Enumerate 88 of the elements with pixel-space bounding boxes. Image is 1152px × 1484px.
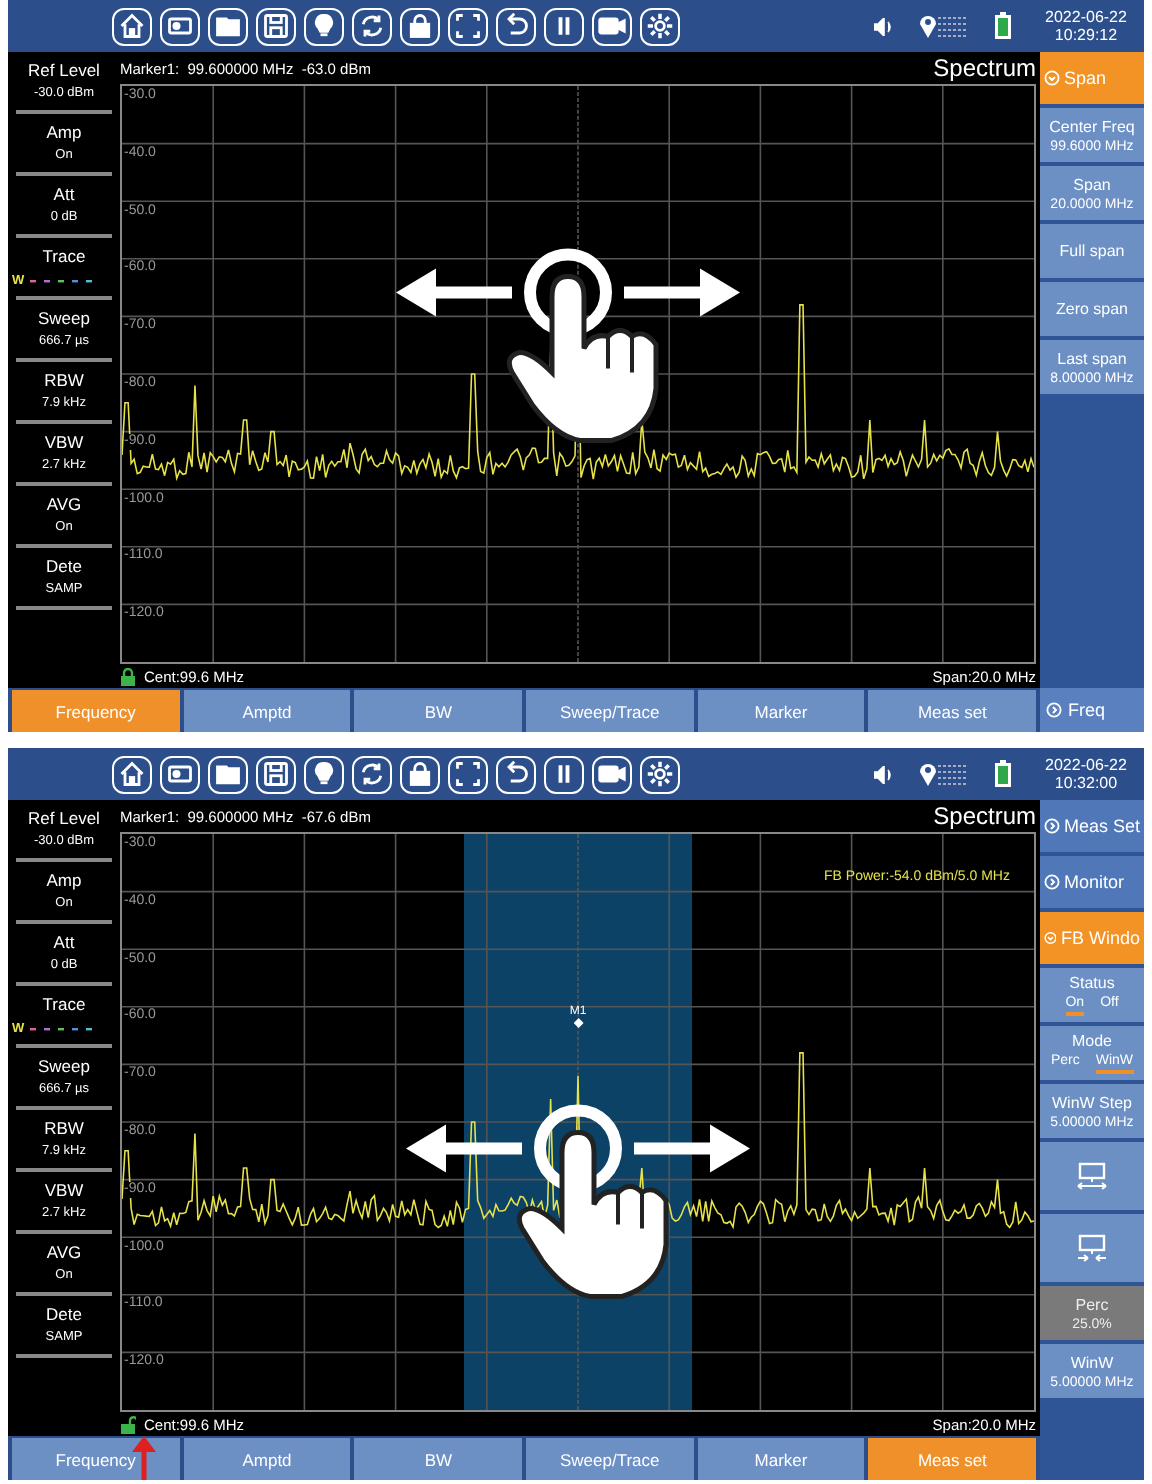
card-icon[interactable] bbox=[160, 755, 200, 793]
menu-tab[interactable]: BW bbox=[354, 690, 523, 732]
menu-tab[interactable]: Marker bbox=[697, 1438, 865, 1480]
narrow-window-button[interactable] bbox=[1040, 1214, 1144, 1282]
parameter-label[interactable]: Ref Level bbox=[28, 58, 100, 82]
folder-icon[interactable] bbox=[208, 755, 248, 793]
camera-icon[interactable] bbox=[592, 7, 632, 45]
parameter-label[interactable]: Sweep bbox=[38, 1054, 90, 1078]
circle-arrow-icon bbox=[1044, 930, 1057, 946]
time-label: 10:29:12 bbox=[1054, 26, 1118, 44]
menu-tab[interactable]: Meas set bbox=[868, 1438, 1037, 1480]
unlock-icon[interactable] bbox=[120, 1415, 136, 1433]
menu-tab[interactable]: Meas set bbox=[868, 690, 1037, 732]
parameter-label[interactable]: Att bbox=[53, 930, 75, 954]
menu-tab[interactable]: Marker bbox=[697, 690, 865, 732]
parameter-label[interactable]: Amp bbox=[46, 120, 82, 144]
menu-back-button[interactable]: Freq bbox=[1040, 688, 1144, 732]
parameter-label[interactable]: VBW bbox=[44, 1178, 84, 1202]
pause-icon[interactable] bbox=[544, 7, 584, 45]
mode-title: Spectrum bbox=[933, 54, 1036, 82]
lock-icon[interactable] bbox=[120, 667, 136, 685]
circle-arrow-icon bbox=[1046, 702, 1062, 718]
date-label: 2022-06-22 bbox=[1045, 8, 1127, 26]
card-icon[interactable] bbox=[160, 7, 200, 45]
parameter-label[interactable]: Dete bbox=[46, 554, 82, 578]
parameter-label[interactable]: Att bbox=[53, 182, 75, 206]
parameter-label[interactable]: VBW bbox=[44, 430, 84, 454]
parameter-label[interactable]: RBW bbox=[44, 368, 84, 392]
parameter-label[interactable]: Dete bbox=[46, 1302, 82, 1326]
menu-tab[interactable]: Sweep/Trace bbox=[526, 1438, 694, 1480]
speaker-icon[interactable] bbox=[874, 765, 894, 783]
marker-diamond-icon bbox=[573, 1018, 583, 1029]
fullscreen-icon[interactable] bbox=[448, 7, 488, 45]
menu-tab[interactable]: Amptd bbox=[183, 1438, 351, 1480]
lock-icon[interactable] bbox=[400, 755, 440, 793]
menu-header[interactable]: Monitor bbox=[1040, 856, 1144, 908]
toggle-label: Status bbox=[1069, 974, 1115, 992]
menu-tab[interactable]: Frequency bbox=[12, 690, 180, 732]
bulb-icon[interactable] bbox=[304, 755, 344, 793]
widen-window-button[interactable] bbox=[1040, 1142, 1144, 1210]
circle-arrow-icon bbox=[1044, 818, 1060, 834]
menu-header[interactable]: FB Windo bbox=[1040, 912, 1144, 964]
menu-tab[interactable]: Amptd bbox=[183, 690, 351, 732]
menu-tab[interactable]: BW bbox=[354, 1438, 523, 1480]
lock-icon[interactable] bbox=[400, 7, 440, 45]
undo-icon[interactable] bbox=[496, 755, 536, 793]
toggle-label: Mode bbox=[1071, 1032, 1112, 1050]
menu-header[interactable]: Span bbox=[1040, 52, 1144, 104]
pause-icon[interactable] bbox=[544, 755, 584, 793]
widen-window-icon bbox=[1076, 1162, 1108, 1190]
location-pin-icon[interactable] bbox=[918, 12, 970, 40]
settings-icon[interactable] bbox=[640, 7, 680, 45]
home-icon[interactable] bbox=[112, 7, 152, 45]
parameter-label[interactable]: Ref Level bbox=[28, 806, 100, 830]
mode-title: Spectrum bbox=[933, 802, 1036, 830]
parameter-label[interactable]: Trace bbox=[42, 244, 86, 268]
settings-icon[interactable] bbox=[640, 755, 680, 793]
menu-tab[interactable]: Sweep/Trace bbox=[526, 690, 694, 732]
save-icon[interactable] bbox=[256, 7, 296, 45]
speaker-icon[interactable] bbox=[874, 17, 894, 35]
home-icon[interactable] bbox=[112, 755, 152, 793]
date-label: 2022-06-22 bbox=[1045, 756, 1127, 774]
battery-icon bbox=[994, 760, 1012, 788]
refresh-icon[interactable] bbox=[352, 7, 392, 45]
soft-key[interactable]: Full span bbox=[1040, 224, 1144, 278]
parameter-label[interactable]: RBW bbox=[44, 1116, 84, 1140]
menu-header[interactable]: Meas Set bbox=[1040, 800, 1144, 852]
bulb-icon[interactable] bbox=[304, 7, 344, 45]
parameter-label[interactable]: AVG bbox=[46, 492, 82, 516]
fullscreen-icon[interactable] bbox=[448, 755, 488, 793]
location-pin-icon[interactable] bbox=[918, 760, 970, 788]
annotation-arrow-icon bbox=[132, 1436, 156, 1480]
narrow-window-icon bbox=[1076, 1234, 1108, 1262]
circle-arrow-icon bbox=[1044, 70, 1060, 86]
save-icon[interactable] bbox=[256, 755, 296, 793]
parameter-label[interactable]: Sweep bbox=[38, 306, 90, 330]
parameter-label[interactable]: Amp bbox=[46, 868, 82, 892]
parameter-label[interactable]: AVG bbox=[46, 1240, 82, 1264]
circle-arrow-icon bbox=[1044, 874, 1060, 890]
soft-key[interactable]: Zero span bbox=[1040, 282, 1144, 336]
battery-icon bbox=[994, 12, 1012, 40]
menu-tab[interactable]: Frequency bbox=[12, 1438, 180, 1480]
undo-icon[interactable] bbox=[496, 7, 536, 45]
refresh-icon[interactable] bbox=[352, 755, 392, 793]
parameter-label[interactable]: Trace bbox=[42, 992, 86, 1016]
camera-icon[interactable] bbox=[592, 755, 632, 793]
folder-icon[interactable] bbox=[208, 7, 248, 45]
time-label: 10:32:00 bbox=[1054, 774, 1118, 792]
